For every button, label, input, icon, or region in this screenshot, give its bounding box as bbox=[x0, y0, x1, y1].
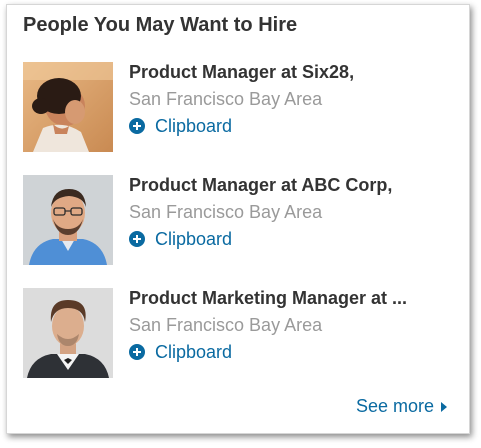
person-role[interactable]: Product Manager at Six28, bbox=[129, 62, 449, 83]
plus-circle-icon bbox=[129, 231, 145, 247]
plus-circle-icon bbox=[129, 344, 145, 360]
clipboard-label: Clipboard bbox=[155, 341, 233, 362]
person-photo[interactable] bbox=[23, 62, 113, 152]
person-location: San Francisco Bay Area bbox=[129, 202, 323, 222]
person-role[interactable]: Product Manager at ABC Corp, bbox=[129, 175, 449, 196]
person-item: Product Manager at ABC Corp, San Francis… bbox=[23, 175, 453, 267]
clipboard-button[interactable]: Clipboard bbox=[129, 227, 232, 251]
plus-circle-icon bbox=[129, 118, 145, 134]
card-title: People You May Want to Hire bbox=[23, 14, 298, 36]
person-photo[interactable] bbox=[23, 288, 113, 378]
chevron-right-icon bbox=[441, 401, 447, 412]
person-item: Product Marketing Manager at ... San Fra… bbox=[23, 288, 453, 380]
people-you-may-want-to-hire-card: People You May Want to Hire Product Mana… bbox=[6, 4, 470, 434]
clipboard-button[interactable]: Clipboard bbox=[129, 114, 232, 138]
person-item: Product Manager at Six28, San Francisco … bbox=[23, 62, 453, 154]
person-location: San Francisco Bay Area bbox=[129, 89, 323, 109]
see-more-label: See more bbox=[355, 396, 434, 416]
person-role[interactable]: Product Marketing Manager at ... bbox=[129, 288, 449, 309]
clipboard-label: Clipboard bbox=[155, 228, 233, 249]
person-location: San Francisco Bay Area bbox=[129, 315, 323, 335]
see-more-link[interactable]: See more bbox=[356, 396, 447, 417]
clipboard-label: Clipboard bbox=[155, 115, 233, 136]
person-photo[interactable] bbox=[23, 175, 113, 265]
clipboard-button[interactable]: Clipboard bbox=[129, 340, 232, 364]
